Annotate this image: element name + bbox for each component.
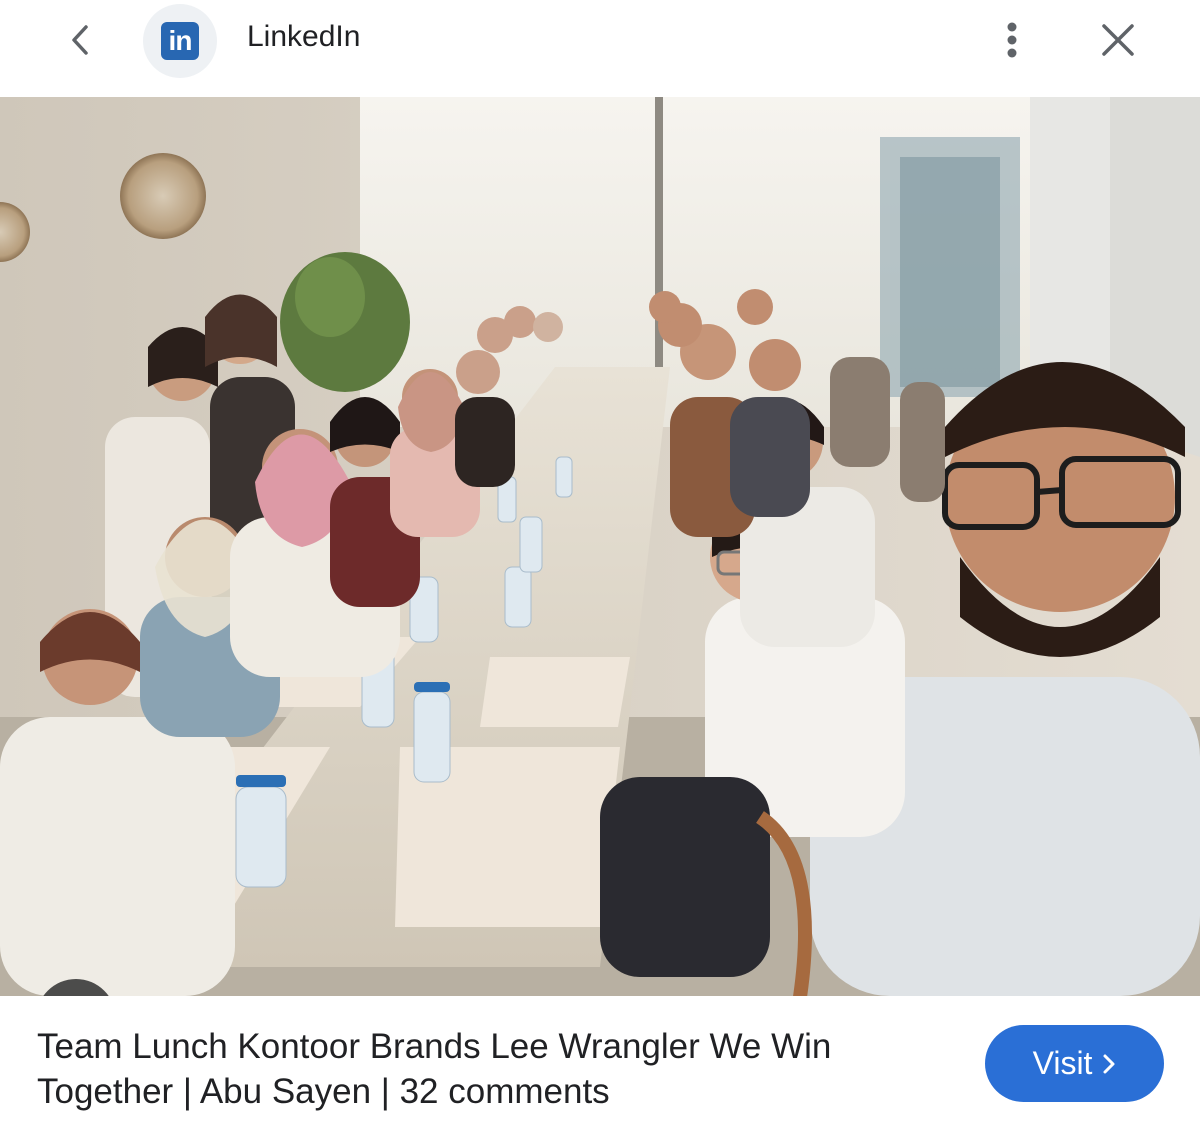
visit-label: Visit (1032, 1045, 1093, 1081)
visit-button[interactable]: Visit (985, 1025, 1164, 1102)
chevron-right-icon (1103, 1054, 1115, 1073)
result-image[interactable] (0, 97, 1200, 996)
more-vert-icon (1007, 22, 1017, 58)
close-button[interactable] (1094, 16, 1142, 64)
group-photo (0, 97, 1200, 996)
back-button[interactable] (56, 16, 104, 64)
linkedin-logo: in (161, 22, 199, 60)
site-favicon: in (143, 4, 217, 78)
more-options-button[interactable] (990, 16, 1034, 64)
top-bar: in LinkedIn (0, 0, 1200, 97)
image-viewer: in LinkedIn Team Lunch Kontoor Brands Le… (0, 0, 1200, 1124)
site-name[interactable]: LinkedIn (247, 20, 360, 54)
close-icon (1102, 24, 1134, 56)
chevron-left-icon (72, 25, 88, 55)
result-title[interactable]: Team Lunch Kontoor Brands Lee Wrangler W… (37, 1024, 937, 1114)
